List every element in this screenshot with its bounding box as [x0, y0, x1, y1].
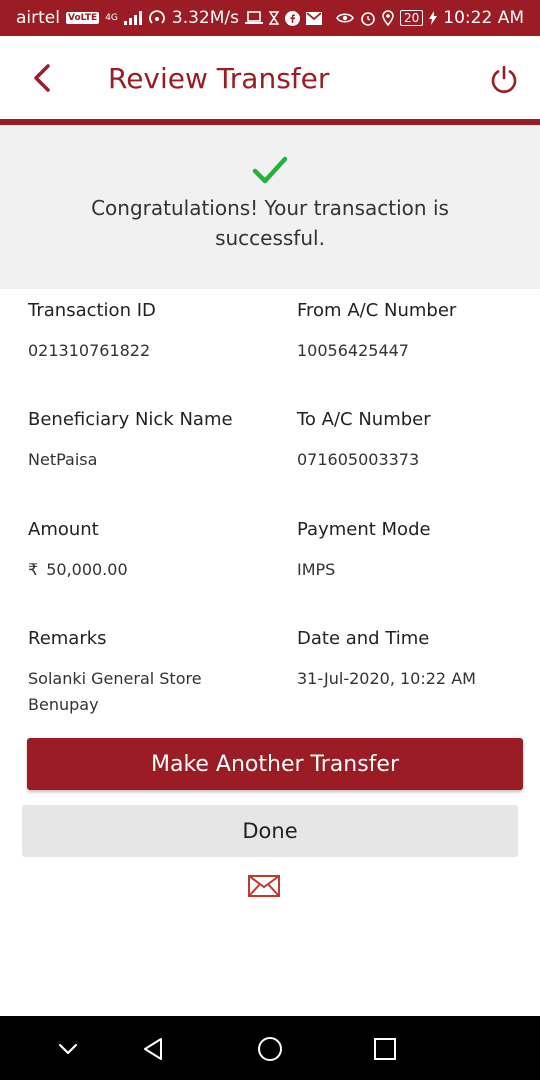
charging-icon	[429, 11, 438, 25]
remarks-label: Remarks	[28, 628, 107, 649]
status-bar: airtel VoLTE 4G 3.32M/s 20 10:22 AM	[0, 0, 540, 36]
to-account-label: To A/C Number	[297, 409, 431, 430]
from-account-field: From A/C Number 10056425447	[297, 300, 537, 364]
circle-home-icon	[258, 1037, 282, 1061]
facebook-icon	[285, 10, 300, 26]
hourglass-icon	[269, 11, 279, 25]
to-account-field: To A/C Number 071605003373	[297, 409, 537, 473]
location-icon	[382, 10, 394, 26]
from-account-value: 10056425447	[297, 341, 409, 360]
signal-icon	[123, 11, 142, 25]
status-right: 20 10:22 AM	[336, 8, 524, 28]
payment-mode-field: Payment Mode IMPS	[297, 519, 537, 583]
payment-mode-label: Payment Mode	[297, 519, 431, 540]
status-time: 10:22 AM	[443, 8, 524, 28]
success-panel: Congratulations! Your transaction is suc…	[0, 125, 540, 289]
to-account-value: 071605003373	[297, 450, 420, 469]
network-speed: 3.32M/s	[171, 8, 239, 28]
page-title: Review Transfer	[108, 62, 330, 95]
nav-back-button[interactable]	[141, 1036, 167, 1062]
date-time-label: Date and Time	[297, 628, 430, 649]
payment-mode-value: IMPS	[297, 560, 336, 579]
carrier-name: airtel	[16, 8, 60, 28]
app-header: Review Transfer	[0, 36, 540, 120]
make-another-transfer-button[interactable]: Make Another Transfer	[27, 738, 523, 790]
amount-value-row: ₹50,000.00	[28, 557, 268, 583]
beneficiary-value: NetPaisa	[28, 450, 98, 469]
beneficiary-label: Beneficiary Nick Name	[28, 409, 233, 430]
alarm-icon	[360, 10, 376, 26]
transaction-id-label: Transaction ID	[28, 300, 156, 321]
eye-icon	[336, 12, 354, 24]
success-message: Congratulations! Your transaction is suc…	[91, 196, 449, 250]
square-recents-icon	[374, 1038, 396, 1060]
system-nav-bar	[0, 1016, 540, 1080]
transaction-id-value: 021310761822	[28, 341, 151, 360]
transaction-id-field: Transaction ID 021310761822	[28, 300, 268, 364]
power-icon	[491, 65, 517, 93]
date-time-field: Date and Time 31-Jul-2020, 10:22 AM	[297, 628, 537, 692]
status-left: airtel VoLTE 4G 3.32M/s	[16, 8, 322, 28]
logout-button[interactable]	[489, 64, 519, 94]
nav-home-button[interactable]	[257, 1036, 283, 1062]
from-account-label: From A/C Number	[297, 300, 457, 321]
remarks-field: Remarks Solanki General Store Benupay	[28, 628, 248, 718]
network-type: 4G	[105, 12, 118, 23]
done-button[interactable]: Done	[22, 805, 518, 857]
amount-label: Amount	[28, 519, 99, 540]
amount-value: 50,000.00	[46, 560, 128, 579]
amount-field: Amount ₹50,000.00	[28, 519, 268, 583]
beneficiary-field: Beneficiary Nick Name NetPaisa	[28, 409, 268, 473]
mail-button[interactable]	[248, 875, 280, 897]
back-button[interactable]	[30, 60, 54, 96]
triangle-back-icon	[144, 1038, 162, 1060]
date-time-value: 31-Jul-2020, 10:22 AM	[297, 669, 476, 688]
rupee-symbol: ₹	[28, 560, 39, 579]
mail-icon	[248, 875, 280, 897]
nav-recents-button[interactable]	[372, 1036, 398, 1062]
battery-level: 20	[400, 10, 424, 26]
remarks-value: Solanki General Store Benupay	[28, 669, 202, 714]
checkmark-icon	[252, 156, 288, 184]
gmail-icon	[306, 11, 322, 25]
volte-badge: VoLTE	[65, 12, 100, 24]
chevron-left-icon	[34, 64, 50, 92]
hotspot-icon	[148, 10, 166, 26]
nav-collapse-button[interactable]	[55, 1036, 81, 1062]
chevron-down-icon	[58, 1043, 78, 1055]
laptop-icon	[245, 11, 263, 25]
